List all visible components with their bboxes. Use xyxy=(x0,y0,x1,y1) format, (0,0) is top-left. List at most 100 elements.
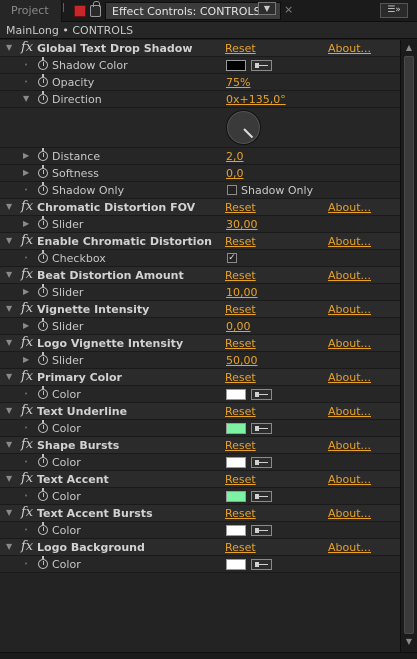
effect-header-logo-vignette[interactable]: ▼ fx Logo Vignette Intensity Reset About… xyxy=(0,335,400,352)
twirl-open-icon[interactable]: ▼ xyxy=(6,405,16,417)
twirl-open-icon[interactable]: ▼ xyxy=(6,371,16,383)
stopwatch-icon[interactable] xyxy=(38,216,48,229)
twirl-open-icon[interactable]: ▼ xyxy=(6,337,16,349)
stopwatch-icon[interactable] xyxy=(38,386,48,399)
param-value[interactable]: 75% xyxy=(226,76,250,89)
reset-link[interactable]: Reset xyxy=(225,405,256,418)
stopwatch-icon[interactable] xyxy=(38,57,48,70)
stopwatch-icon[interactable] xyxy=(38,454,48,467)
vertical-scrollbar[interactable]: ▲ ▼ xyxy=(400,40,417,652)
twirl-closed-icon[interactable]: ▶ xyxy=(23,354,33,366)
stopwatch-icon[interactable] xyxy=(38,250,48,263)
stopwatch-icon[interactable] xyxy=(38,74,48,87)
enable-chromatic-checkbox[interactable]: ✓ xyxy=(227,253,237,263)
twirl-open-icon[interactable]: ▼ xyxy=(6,42,16,54)
eyedropper-icon[interactable] xyxy=(251,457,272,468)
reset-link[interactable]: Reset xyxy=(225,42,256,55)
reset-link[interactable]: Reset xyxy=(225,507,256,520)
stopwatch-icon[interactable] xyxy=(38,91,48,104)
effect-header-shape-bursts[interactable]: ▼ fx Shape Bursts Reset About... xyxy=(0,437,400,454)
twirl-open-icon[interactable]: ▼ xyxy=(6,303,16,315)
twirl-open-icon[interactable]: ▼ xyxy=(6,269,16,281)
about-link[interactable]: About... xyxy=(328,303,371,316)
effect-header-logo-background[interactable]: ▼ fx Logo Background Reset About... xyxy=(0,539,400,556)
about-link[interactable]: About... xyxy=(328,42,371,55)
param-value[interactable]: 2,0 xyxy=(226,150,244,163)
fx-toggle-icon[interactable]: fx xyxy=(21,40,33,55)
reset-link[interactable]: Reset xyxy=(225,201,256,214)
eyedropper-icon[interactable] xyxy=(251,60,272,71)
lock-icon[interactable] xyxy=(90,1,101,17)
param-value[interactable]: 10,00 xyxy=(226,286,258,299)
tab-project[interactable]: Project xyxy=(0,0,62,22)
fx-toggle-icon[interactable]: fx xyxy=(21,335,33,350)
twirl-closed-icon[interactable]: ▶ xyxy=(23,286,33,298)
twirl-open-icon[interactable]: ▼ xyxy=(6,507,16,519)
effect-header-text-underline[interactable]: ▼ fx Text Underline Reset About... xyxy=(0,403,400,420)
about-link[interactable]: About... xyxy=(328,507,371,520)
fx-toggle-icon[interactable]: fx xyxy=(21,233,33,248)
param-value[interactable]: 0,0 xyxy=(226,167,244,180)
twirl-closed-icon[interactable]: ▶ xyxy=(23,218,33,230)
color-swatch[interactable] xyxy=(226,525,246,536)
effect-header-text-accent[interactable]: ▼ fx Text Accent Reset About... xyxy=(0,471,400,488)
fx-toggle-icon[interactable]: fx xyxy=(21,301,33,316)
about-link[interactable]: About... xyxy=(328,235,371,248)
about-link[interactable]: About... xyxy=(328,371,371,384)
twirl-open-icon[interactable]: ▼ xyxy=(6,201,16,213)
stopwatch-icon[interactable] xyxy=(38,556,48,569)
panel-menu-icon[interactable]: ☰» xyxy=(380,3,408,18)
stopwatch-icon[interactable] xyxy=(38,182,48,195)
effect-header-drop-shadow[interactable]: ▼ fx Global Text Drop Shadow Reset About… xyxy=(0,40,400,57)
angle-dial[interactable] xyxy=(226,110,261,145)
eyedropper-icon[interactable] xyxy=(251,491,272,502)
fx-toggle-icon[interactable]: fx xyxy=(21,369,33,384)
eyedropper-icon[interactable] xyxy=(251,423,272,434)
eyedropper-icon[interactable] xyxy=(251,559,272,570)
fx-toggle-icon[interactable]: fx xyxy=(21,437,33,452)
stopwatch-icon[interactable] xyxy=(38,522,48,535)
reset-link[interactable]: Reset xyxy=(225,541,256,554)
param-value[interactable]: 50,00 xyxy=(226,354,258,367)
color-swatch[interactable] xyxy=(226,389,246,400)
twirl-closed-icon[interactable]: ▶ xyxy=(23,167,33,179)
twirl-open-icon[interactable]: ▼ xyxy=(6,541,16,553)
effect-header-vignette-intensity[interactable]: ▼ fx Vignette Intensity Reset About... xyxy=(0,301,400,318)
scroll-up-icon[interactable]: ▲ xyxy=(403,42,415,54)
scrollbar-thumb[interactable] xyxy=(404,56,414,634)
color-swatch[interactable] xyxy=(226,559,246,570)
color-swatch[interactable] xyxy=(226,491,246,502)
close-icon[interactable]: × xyxy=(284,3,293,16)
fx-toggle-icon[interactable]: fx xyxy=(21,505,33,520)
reset-link[interactable]: Reset xyxy=(225,473,256,486)
stopwatch-icon[interactable] xyxy=(38,148,48,161)
reset-link[interactable]: Reset xyxy=(225,235,256,248)
fx-toggle-icon[interactable]: fx xyxy=(21,471,33,486)
about-link[interactable]: About... xyxy=(328,473,371,486)
param-value[interactable]: 0,00 xyxy=(226,320,251,333)
stopwatch-icon[interactable] xyxy=(38,165,48,178)
color-swatch[interactable] xyxy=(226,457,246,468)
color-swatch[interactable] xyxy=(226,60,246,71)
effect-header-enable-chromatic[interactable]: ▼ fx Enable Chromatic Distortion Reset A… xyxy=(0,233,400,250)
stopwatch-icon[interactable] xyxy=(38,284,48,297)
twirl-closed-icon[interactable]: ▶ xyxy=(23,320,33,332)
about-link[interactable]: About... xyxy=(328,337,371,350)
reset-link[interactable]: Reset xyxy=(225,439,256,452)
fx-toggle-icon[interactable]: fx xyxy=(21,403,33,418)
tab-effect-controls[interactable]: Effect Controls: CONTROLS xyxy=(105,2,281,20)
twirl-open-icon[interactable]: ▼ xyxy=(6,473,16,485)
about-link[interactable]: About... xyxy=(328,405,371,418)
effect-header-chromatic-fov[interactable]: ▼ fx Chromatic Distortion FOV Reset Abou… xyxy=(0,199,400,216)
stopwatch-icon[interactable] xyxy=(38,488,48,501)
twirl-open-icon[interactable]: ▼ xyxy=(6,235,16,247)
reset-link[interactable]: Reset xyxy=(225,371,256,384)
fx-toggle-icon[interactable]: fx xyxy=(21,199,33,214)
param-value[interactable]: 0x+135,0° xyxy=(226,93,286,106)
chevron-down-icon[interactable]: ▼ xyxy=(258,2,276,15)
reset-link[interactable]: Reset xyxy=(225,269,256,282)
stopwatch-icon[interactable] xyxy=(38,352,48,365)
param-value[interactable]: 30,00 xyxy=(226,218,258,231)
twirl-open-icon[interactable]: ▼ xyxy=(6,439,16,451)
effect-header-text-accent-bursts[interactable]: ▼ fx Text Accent Bursts Reset About... xyxy=(0,505,400,522)
